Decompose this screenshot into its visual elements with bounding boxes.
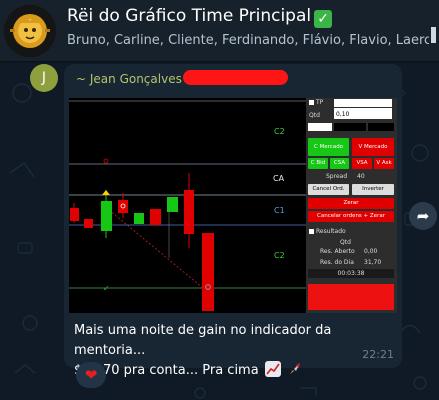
cancel-ord-button: Cancel Ord.	[308, 184, 349, 195]
forward-button[interactable]: ➦	[409, 202, 437, 230]
message-line-1: Mais uma noite de gain no indicador da m…	[74, 323, 332, 358]
reaction-heart[interactable]: ❤	[76, 362, 106, 388]
candle-green	[101, 201, 112, 231]
redaction-bar	[183, 70, 288, 85]
timer: 00:03:38	[308, 269, 394, 278]
candlestick-chart: ✓ C2 CA C1 C2	[69, 98, 306, 313]
user-avatar[interactable]: J	[30, 64, 58, 92]
more-icon[interactable]	[429, 25, 439, 47]
c-mercado-button: C Mercado	[308, 138, 349, 156]
order-panel: TP Qtd 0,10 C Mercado V Mercado C Bid CS…	[306, 98, 397, 313]
chat-header[interactable]: Rëi do Gráfico Time Principal ✓ Bruno, Ca…	[0, 0, 439, 62]
c-bid-button: C Bid	[308, 158, 328, 169]
level-label: C1	[274, 206, 285, 215]
v-ask-button: V Ask	[374, 158, 394, 169]
candle-red	[184, 190, 194, 234]
message-time: 22:21	[362, 348, 394, 361]
price-input	[308, 123, 332, 131]
tp-input	[334, 99, 392, 107]
res-aberto-value: 0,00	[364, 248, 378, 255]
level-label: C2	[274, 251, 285, 260]
candle-red	[84, 219, 93, 228]
spread-label: Spread	[326, 173, 348, 180]
qty-label: Qtd	[309, 112, 320, 119]
message-bubble[interactable]: ~ Jean Gonçalves ✓ C2 CA C1 C2 TP Qtd 0,…	[64, 64, 402, 378]
result-bar	[308, 284, 394, 310]
level-label: C2	[274, 127, 285, 136]
resultado-checkbox: Resultado	[309, 228, 346, 235]
candle-red	[150, 209, 161, 225]
inverter-button: Inverter	[352, 184, 394, 195]
res-aberto-label: Res. Aberto	[320, 248, 355, 255]
group-avatar[interactable]	[4, 5, 56, 57]
tp-checkbox: TP	[309, 99, 323, 106]
heart-icon: ❤	[84, 366, 98, 384]
message-text: Mais uma noite de gain no indicador da m…	[74, 321, 394, 381]
candle-green	[167, 197, 178, 212]
qty-input: 0,10	[334, 111, 392, 119]
chat-wall[interactable]: J ~ Jean Gonçalves ✓ C2 CA C1 C2 TP Qtd …	[0, 63, 439, 400]
res-dia-value: 31,70	[364, 259, 382, 266]
lion-logo-icon	[4, 5, 56, 57]
group-title-text: Rëi do Gráfico Time Principal	[67, 6, 312, 26]
price-box	[368, 123, 394, 131]
message-line-2: $31,70 pra conta... Pra cima	[74, 361, 394, 381]
res-dia-label: Res. do Dia	[320, 259, 354, 266]
level-label: CA	[273, 174, 285, 183]
check-mark-icon: ✓	[314, 10, 333, 28]
rocket-icon	[287, 361, 303, 377]
candle-red	[70, 208, 79, 221]
csa-button: CSA	[330, 158, 349, 169]
price-box	[334, 123, 366, 131]
cancelar-zerar-button: Cancelar ordens + Zerar	[308, 211, 394, 222]
chart-increasing-icon	[264, 361, 281, 377]
spread-value: 40	[357, 173, 365, 180]
zerar-button: Zerar	[308, 198, 394, 209]
group-title[interactable]: Rëi do Gráfico Time Principal ✓	[67, 6, 333, 28]
photo-attachment[interactable]: ✓ C2 CA C1 C2 TP Qtd 0,10 C Mercado V Me…	[69, 98, 397, 313]
candle-green	[134, 213, 144, 224]
vsa-button: VSA	[352, 158, 372, 169]
checkmark-icon: ✓	[103, 284, 110, 293]
group-members: Bruno, Carline, Cliente, Ferdinando, Flá…	[67, 33, 429, 48]
more-icon-glyph	[431, 27, 436, 43]
candle-red	[202, 233, 214, 311]
v-mercado-button: V Mercado	[352, 138, 394, 156]
forward-icon: ➦	[416, 207, 430, 225]
sender-name[interactable]: ~ Jean Gonçalves	[76, 72, 182, 86]
qtd-label: Qtd	[340, 239, 351, 246]
